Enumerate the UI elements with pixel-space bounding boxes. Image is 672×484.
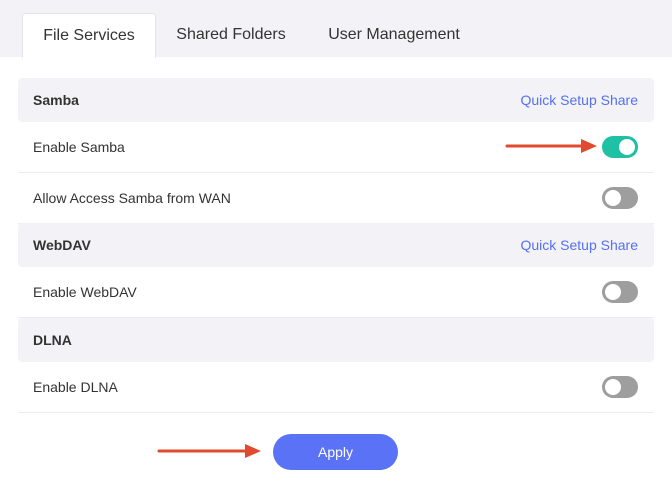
webdav-section: WebDAV Quick Setup Share Enable WebDAV bbox=[18, 223, 654, 318]
samba-wan-row: Allow Access Samba from WAN bbox=[18, 173, 654, 224]
tab-bar: File Services Shared Folders User Manage… bbox=[0, 0, 672, 58]
dlna-title: DLNA bbox=[33, 332, 72, 348]
enable-dlna-label: Enable DLNA bbox=[33, 379, 118, 395]
annotation-arrow-icon bbox=[505, 139, 597, 153]
samba-wan-toggle[interactable] bbox=[602, 187, 638, 209]
annotation-arrow-icon bbox=[157, 444, 261, 458]
samba-quick-setup-link[interactable]: Quick Setup Share bbox=[520, 92, 638, 108]
enable-webdav-toggle[interactable] bbox=[602, 281, 638, 303]
tab-file-services[interactable]: File Services bbox=[22, 13, 156, 58]
toggle-knob bbox=[605, 190, 621, 206]
enable-samba-label: Enable Samba bbox=[33, 139, 125, 155]
enable-samba-toggle[interactable] bbox=[602, 136, 638, 158]
samba-wan-label: Allow Access Samba from WAN bbox=[33, 190, 231, 206]
enable-dlna-toggle[interactable] bbox=[602, 376, 638, 398]
tab-shared-folders[interactable]: Shared Folders bbox=[160, 13, 302, 57]
webdav-header: WebDAV Quick Setup Share bbox=[18, 223, 654, 267]
enable-webdav-row: Enable WebDAV bbox=[18, 267, 654, 318]
toggle-knob bbox=[619, 139, 635, 155]
toggle-knob bbox=[605, 379, 621, 395]
enable-webdav-label: Enable WebDAV bbox=[33, 284, 137, 300]
webdav-title: WebDAV bbox=[33, 237, 91, 253]
tab-user-management[interactable]: User Management bbox=[312, 13, 476, 57]
samba-title: Samba bbox=[33, 92, 79, 108]
dlna-header: DLNA bbox=[18, 318, 654, 362]
toggle-knob bbox=[605, 284, 621, 300]
webdav-quick-setup-link[interactable]: Quick Setup Share bbox=[520, 237, 638, 253]
enable-dlna-row: Enable DLNA bbox=[18, 362, 654, 413]
samba-header: Samba Quick Setup Share bbox=[18, 78, 654, 122]
apply-button[interactable]: Apply bbox=[273, 434, 398, 470]
dlna-section: DLNA Enable DLNA bbox=[18, 318, 654, 413]
